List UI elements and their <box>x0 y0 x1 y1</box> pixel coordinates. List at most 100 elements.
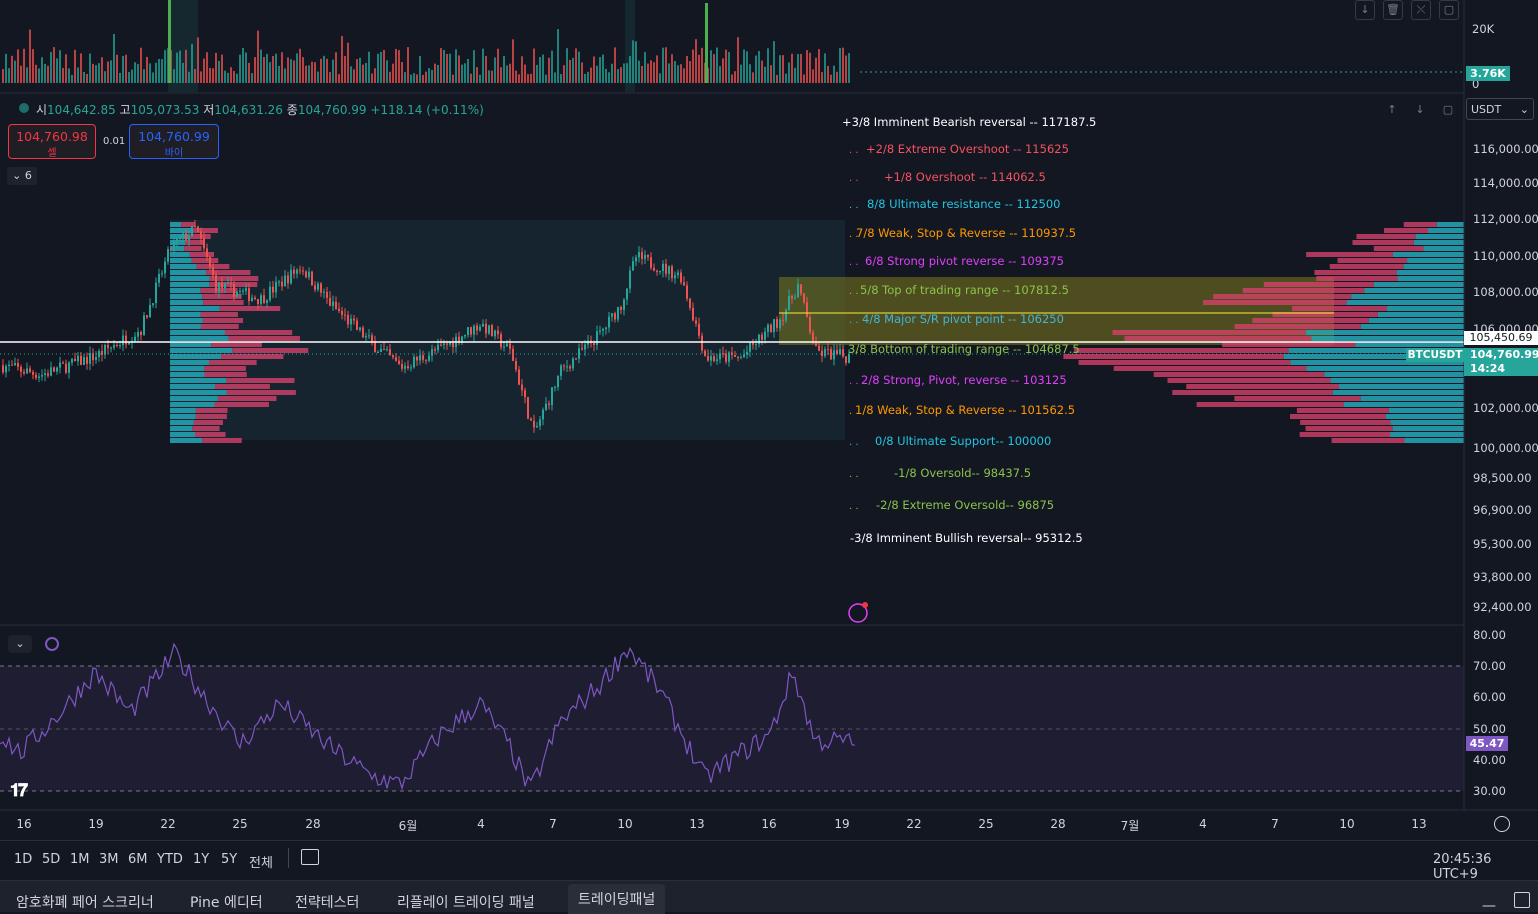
volume-bar <box>575 48 577 83</box>
volume-histogram <box>2 0 850 92</box>
vp-buy-bar <box>1388 408 1464 413</box>
candle-body <box>509 343 511 349</box>
murrey-level-label: 7/8 Weak, Stop & Reverse -- 110937.5 <box>856 226 1077 240</box>
bottom-tab[interactable]: 리플레이 트레이딩 패널 <box>397 892 535 912</box>
candle-body <box>89 353 91 364</box>
range-button[interactable]: YTD <box>157 852 183 867</box>
gear-icon[interactable] <box>1494 816 1510 832</box>
arrow-down-icon[interactable]: ↓ <box>1411 101 1429 119</box>
volume-bar <box>146 56 148 83</box>
candle-body <box>407 365 409 369</box>
range-button[interactable]: 5D <box>42 852 60 867</box>
volume-bar <box>821 72 823 83</box>
minimize-icon[interactable]: — <box>1482 898 1496 914</box>
candle-body <box>62 362 64 364</box>
volume-bar <box>668 63 670 83</box>
volume-bar <box>68 68 70 83</box>
candle-body <box>392 355 394 358</box>
rsi-tick-label: 40.00 <box>1473 753 1506 767</box>
volume-bar <box>455 49 457 83</box>
vp-buy-bar <box>1392 426 1464 431</box>
volume-bar <box>140 47 142 83</box>
range-button[interactable]: 1D <box>14 852 32 867</box>
volume-bar <box>365 62 367 83</box>
murrey-marker: . . <box>849 469 859 480</box>
range-button[interactable]: 1M <box>70 852 90 867</box>
candle-body <box>734 355 736 357</box>
candle-body <box>494 330 496 337</box>
collapse-icon[interactable]: ⤬ <box>1411 0 1431 20</box>
vp-sell-bar <box>1186 384 1340 389</box>
volume-bar <box>152 72 154 83</box>
bottom-tab[interactable]: 트레이딩패널 <box>568 884 666 914</box>
arrow-down-icon[interactable]: ↓ <box>1355 0 1375 20</box>
volume-bar <box>515 70 517 83</box>
bottom-tab[interactable]: Pine 에디터 <box>190 892 263 912</box>
range-button[interactable]: 1Y <box>193 852 209 867</box>
trash-icon[interactable]: 🗑 <box>1383 0 1403 20</box>
volume-bar <box>218 60 220 83</box>
buy-button[interactable]: 104,760.99 바이 <box>129 124 219 159</box>
clock[interactable]: 20:45:36 UTC+9 <box>1433 852 1538 882</box>
candle-body <box>77 355 79 362</box>
time-tick-label: 16 <box>16 817 32 831</box>
candle-body <box>839 349 841 354</box>
vp-buy-bar <box>1404 438 1464 443</box>
volume-bar <box>410 74 412 83</box>
candle-body <box>635 257 637 262</box>
maximize-icon[interactable]: ▢ <box>1439 101 1457 119</box>
candle-body <box>167 249 169 262</box>
volume-bar <box>80 53 82 83</box>
sell-button[interactable]: 104,760.98 셀 <box>8 124 96 159</box>
volume-bar <box>347 42 349 83</box>
volume-bar <box>395 48 397 83</box>
price-tick-label: 110,000.00 <box>1473 249 1538 263</box>
candle-body <box>776 319 778 328</box>
candle-body <box>818 345 820 351</box>
rsi-tick-label: 30.00 <box>1473 784 1506 798</box>
price-tick-label: 93,800.00 <box>1473 570 1532 584</box>
range-button[interactable]: 6M <box>128 852 148 867</box>
volume-bar <box>440 48 442 83</box>
volume-bar <box>320 58 322 83</box>
currency-select[interactable]: USDT ⌄ <box>1466 98 1534 120</box>
volume-bar <box>566 48 568 83</box>
volume-bar <box>404 72 406 83</box>
vp-buy-bar <box>1339 384 1464 389</box>
vp-sell-bar <box>195 408 228 413</box>
vp-buy-bar <box>1360 324 1464 329</box>
candle-body <box>434 349 436 351</box>
range-button[interactable]: 3M <box>99 852 119 867</box>
volume-bar <box>470 73 472 83</box>
candle-body <box>710 356 712 361</box>
range-button[interactable]: 전체 <box>249 852 273 871</box>
volume-bar <box>590 67 592 83</box>
volume-bar <box>494 57 496 83</box>
bottom-tab[interactable]: 전략테스터 <box>295 892 359 912</box>
volume-bar <box>671 54 673 83</box>
volume-bar <box>380 51 382 83</box>
candle-body <box>398 360 400 364</box>
arrow-up-icon[interactable]: ↑ <box>1383 101 1401 119</box>
candle-body <box>230 283 232 285</box>
volume-bar <box>266 53 268 83</box>
volume-bar <box>407 47 409 83</box>
range-button[interactable]: 5Y <box>221 852 237 867</box>
candle-body <box>293 269 295 274</box>
indicators-toggle[interactable]: ⌄ 6 <box>7 167 37 185</box>
volume-bar <box>845 55 847 83</box>
calendar-icon[interactable] <box>301 849 319 865</box>
chart-canvas[interactable] <box>0 0 1538 811</box>
candle-body <box>149 304 151 318</box>
vp-sell-bar <box>1384 228 1429 233</box>
rsi-collapse-button[interactable]: ⌄ <box>8 635 32 653</box>
maximize-icon[interactable]: ▢ <box>1439 0 1459 20</box>
vp-sell-bar <box>1172 390 1333 395</box>
maximize-panel-icon[interactable] <box>1514 892 1530 908</box>
bottom-tab[interactable]: 암호화폐 페어 스크리너 <box>16 892 154 912</box>
vp-sell-bar <box>1234 396 1361 401</box>
volume-bar <box>533 48 535 83</box>
vp-sell-bar <box>204 372 247 377</box>
candle-body <box>191 225 193 236</box>
volume-bar <box>467 58 469 83</box>
